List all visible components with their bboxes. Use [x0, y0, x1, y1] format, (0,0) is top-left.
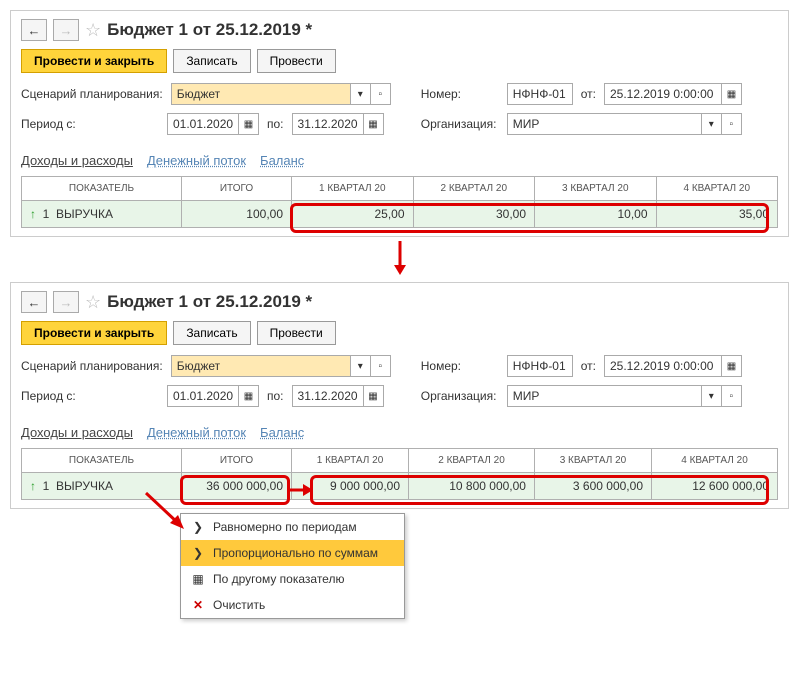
calendar-icon[interactable]: ▦ — [722, 355, 742, 377]
cell-q4[interactable]: 35,00 — [656, 201, 778, 228]
org-input[interactable]: МИР — [507, 385, 702, 407]
dropdown-icon[interactable]: ▾ — [351, 83, 371, 105]
col-q1: 1 КВАРТАЛ 20 — [292, 177, 414, 201]
back-button[interactable]: ← — [21, 19, 47, 41]
col-q2: 2 КВАРТАЛ 20 — [409, 449, 535, 473]
post-button[interactable]: Провести — [257, 49, 336, 73]
post-button[interactable]: Провести — [257, 321, 336, 345]
org-label: Организация: — [421, 117, 499, 131]
number-input[interactable]: НФНФ-01 — [507, 355, 573, 377]
menu-evenly[interactable]: ❯ Равномерно по периодам — [181, 514, 404, 540]
write-button[interactable]: Записать — [173, 321, 250, 345]
from-date-label: от: — [581, 359, 596, 373]
scenario-label: Сценарий планирования: — [21, 359, 163, 373]
cell-q2[interactable]: 30,00 — [413, 201, 535, 228]
from-date-label: от: — [581, 87, 596, 101]
table-row[interactable]: ↑ 1 ВЫРУЧКА 100,00 25,00 30,00 10,00 35,… — [22, 201, 778, 228]
tab-income-expense[interactable]: Доходы и расходы — [21, 425, 133, 440]
calendar-icon[interactable]: ▦ — [239, 385, 259, 407]
tab-cashflow[interactable]: Денежный поток — [147, 425, 246, 440]
calendar-icon[interactable]: ▦ — [239, 113, 259, 135]
chevron-right-icon: ❯ — [191, 546, 205, 560]
doc-date-input[interactable]: 25.12.2019 0:00:00 — [604, 355, 722, 377]
doc-date-input[interactable]: 25.12.2019 0:00:00 — [604, 83, 722, 105]
dropdown-icon[interactable]: ▾ — [702, 385, 722, 407]
scenario-input[interactable]: Бюджет — [171, 83, 351, 105]
period-from-label: Период с: — [21, 117, 159, 131]
open-icon[interactable]: ▫ — [371, 83, 391, 105]
arrow-up-icon: ↑ — [30, 479, 36, 493]
menu-proportional[interactable]: ❯ Пропорционально по суммам — [181, 540, 404, 566]
number-input[interactable]: НФНФ-01 — [507, 83, 573, 105]
date-to-input[interactable]: 31.12.2020 — [292, 385, 364, 407]
dropdown-icon[interactable]: ▾ — [702, 113, 722, 135]
menu-clear[interactable]: ✕ Очистить — [181, 592, 404, 618]
table-row[interactable]: ↑ 1 ВЫРУЧКА 36 000 000,00 9 000 000,00 1… — [22, 473, 778, 500]
cell-q1[interactable]: 25,00 — [292, 201, 414, 228]
arrow-down-annotation — [10, 241, 789, 278]
tab-balance[interactable]: Баланс — [260, 153, 304, 168]
date-from-input[interactable]: 01.01.2020 — [167, 113, 239, 135]
col-q4: 4 КВАРТАЛ 20 — [652, 449, 778, 473]
org-input[interactable]: МИР — [507, 113, 702, 135]
period-from-label: Период с: — [21, 389, 159, 403]
forward-button[interactable]: → — [53, 19, 79, 41]
calendar-icon[interactable]: ▦ — [364, 385, 384, 407]
cell-q4[interactable]: 12 600 000,00 — [652, 473, 778, 500]
col-q2: 2 КВАРТАЛ 20 — [413, 177, 535, 201]
star-icon[interactable]: ☆ — [85, 20, 101, 41]
forward-button[interactable]: → — [53, 291, 79, 313]
col-indicator: ПОКАЗАТЕЛЬ — [22, 177, 182, 201]
back-button[interactable]: ← — [21, 291, 47, 313]
tab-cashflow[interactable]: Денежный поток — [147, 153, 246, 168]
window-title: Бюджет 1 от 25.12.2019 * — [107, 292, 312, 312]
to-label: по: — [267, 389, 284, 403]
dropdown-icon[interactable]: ▾ — [351, 355, 371, 377]
calendar-icon[interactable]: ▦ — [722, 83, 742, 105]
context-menu: ❯ Равномерно по периодам ❯ Пропорциональ… — [180, 513, 405, 619]
open-icon[interactable]: ▫ — [722, 113, 742, 135]
org-label: Организация: — [421, 389, 499, 403]
grid-icon: ▦ — [191, 572, 205, 586]
col-q4: 4 КВАРТАЛ 20 — [656, 177, 778, 201]
date-from-input[interactable]: 01.01.2020 — [167, 385, 239, 407]
col-total: ИТОГО — [182, 177, 292, 201]
cell-q2[interactable]: 10 800 000,00 — [409, 473, 535, 500]
number-label: Номер: — [421, 87, 499, 101]
col-q3: 3 КВАРТАЛ 20 — [535, 177, 657, 201]
data-grid: ПОКАЗАТЕЛЬ ИТОГО 1 КВАРТАЛ 20 2 КВАРТАЛ … — [21, 448, 778, 500]
data-grid: ПОКАЗАТЕЛЬ ИТОГО 1 КВАРТАЛ 20 2 КВАРТАЛ … — [21, 176, 778, 228]
arrow-up-icon: ↑ — [30, 207, 36, 221]
cell-q3[interactable]: 10,00 — [535, 201, 657, 228]
x-icon: ✕ — [191, 598, 205, 612]
col-indicator: ПОКАЗАТЕЛЬ — [22, 449, 182, 473]
col-total: ИТОГО — [182, 449, 292, 473]
scenario-label: Сценарий планирования: — [21, 87, 163, 101]
window-title: Бюджет 1 от 25.12.2019 * — [107, 20, 312, 40]
col-q1: 1 КВАРТАЛ 20 — [292, 449, 409, 473]
cell-total[interactable]: 100,00 — [182, 201, 292, 228]
arrow-right-annotation — [289, 482, 313, 498]
to-label: по: — [267, 117, 284, 131]
open-icon[interactable]: ▫ — [371, 355, 391, 377]
post-close-button[interactable]: Провести и закрыть — [21, 321, 167, 345]
number-label: Номер: — [421, 359, 499, 373]
tab-income-expense[interactable]: Доходы и расходы — [21, 153, 133, 168]
write-button[interactable]: Записать — [173, 49, 250, 73]
cell-q3[interactable]: 3 600 000,00 — [534, 473, 651, 500]
tab-balance[interactable]: Баланс — [260, 425, 304, 440]
scenario-input[interactable]: Бюджет — [171, 355, 351, 377]
star-icon[interactable]: ☆ — [85, 292, 101, 313]
arrow-diag-annotation — [140, 489, 190, 533]
menu-other-indicator[interactable]: ▦ По другому показателю — [181, 566, 404, 592]
post-close-button[interactable]: Провести и закрыть — [21, 49, 167, 73]
open-icon[interactable]: ▫ — [722, 385, 742, 407]
calendar-icon[interactable]: ▦ — [364, 113, 384, 135]
col-q3: 3 КВАРТАЛ 20 — [534, 449, 651, 473]
chevron-right-icon: ❯ — [191, 520, 205, 534]
cell-total[interactable]: 36 000 000,00 — [182, 473, 292, 500]
date-to-input[interactable]: 31.12.2020 — [292, 113, 364, 135]
